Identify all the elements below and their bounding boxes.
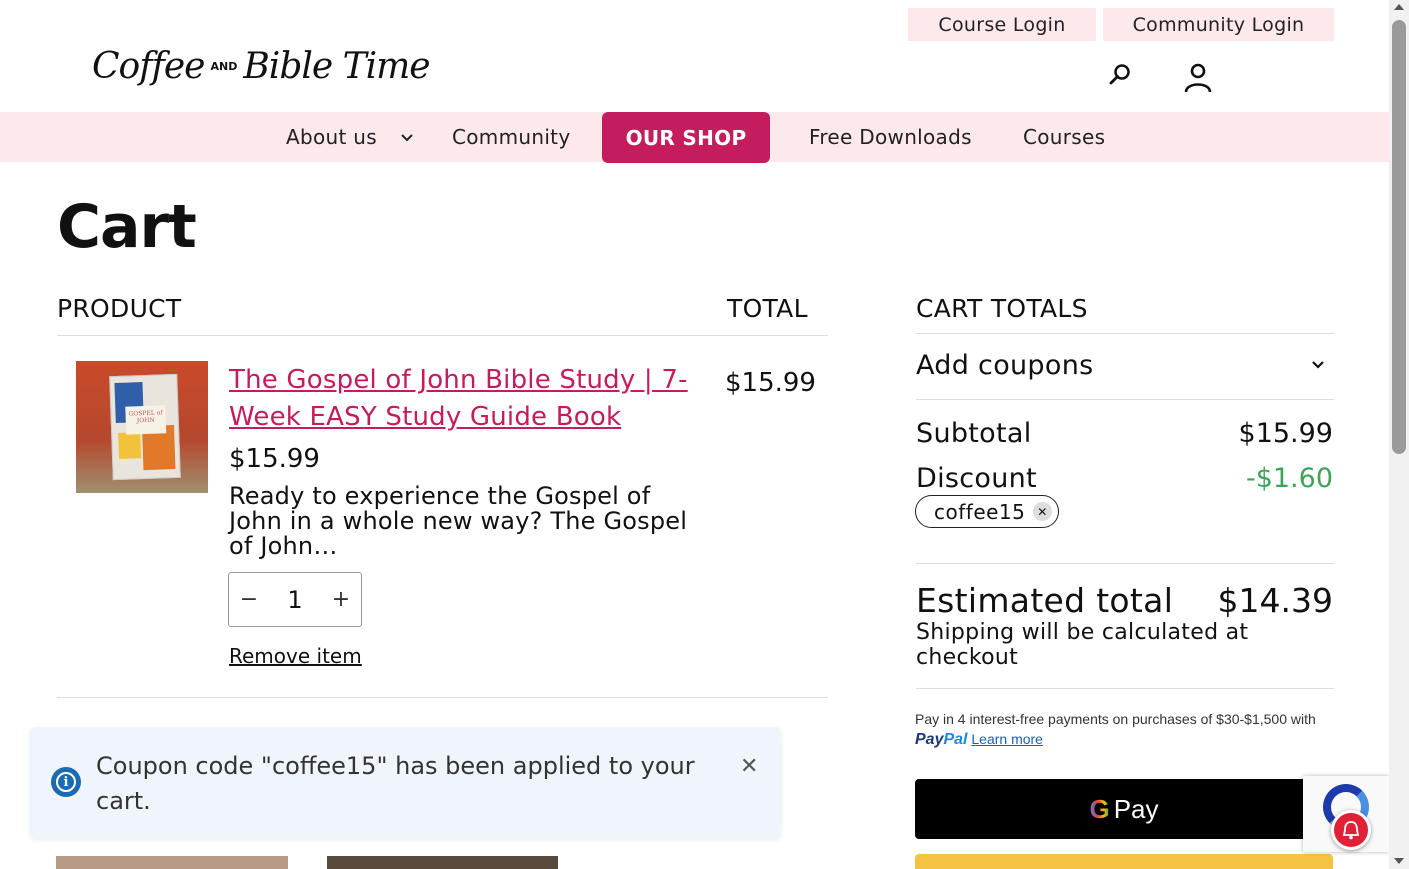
cart-totals-heading: CART TOTALS <box>916 294 1088 323</box>
learn-more-link[interactable]: Learn more <box>971 731 1043 747</box>
divider <box>57 697 828 698</box>
coupon-applied-notice: i Coupon code "coffee15" has been applie… <box>30 727 781 838</box>
account-icon[interactable] <box>1183 62 1213 94</box>
book-cover-label: GOSPEL of JOHN <box>125 405 167 435</box>
add-coupons-toggle[interactable]: Add coupons <box>916 350 1334 381</box>
top-links: Course Login Community Login <box>908 8 1334 41</box>
line-total: $15.99 <box>725 368 816 398</box>
product-description: Ready to experience the Gospel of John i… <box>229 482 688 560</box>
nav-about-us[interactable]: About us <box>286 112 377 162</box>
decrease-quantity-button[interactable]: − <box>229 573 269 626</box>
info-icon: i <box>51 767 81 797</box>
discount-label: Discount <box>916 463 1037 494</box>
divider <box>57 335 828 336</box>
google-pay-button[interactable]: G Pay <box>915 779 1333 839</box>
scroll-up-arrow[interactable] <box>1394 4 1404 10</box>
discount-value: -$1.60 <box>1245 463 1333 494</box>
product-column-header: PRODUCT <box>57 294 182 323</box>
close-icon[interactable]: ✕ <box>740 754 758 779</box>
increase-quantity-button[interactable]: + <box>321 573 361 626</box>
subtotal-value: $15.99 <box>1238 418 1333 449</box>
logo-text-and: AND <box>210 60 238 73</box>
product-price: $15.99 <box>229 444 320 474</box>
product-image[interactable]: GOSPEL of JOHN <box>76 361 208 493</box>
site-logo[interactable]: Coffee AND Bible Time <box>92 46 431 87</box>
coupon-chip: coffee15 ✕ <box>915 495 1059 528</box>
nav-free-downloads[interactable]: Free Downloads <box>809 112 972 162</box>
page-title: Cart <box>57 192 197 262</box>
page-scrollbar[interactable] <box>1389 0 1409 869</box>
remove-coupon-icon[interactable]: ✕ <box>1033 502 1052 521</box>
nav-courses[interactable]: Courses <box>1023 112 1105 162</box>
paypal-button[interactable] <box>915 854 1333 869</box>
notification-bell-icon[interactable] <box>1331 810 1371 850</box>
notice-text: Coupon code "coffee15" has been applied … <box>96 752 695 815</box>
paypal-message-text: Pay in 4 interest-free payments on purch… <box>915 711 1316 727</box>
divider <box>916 563 1334 564</box>
nav-our-shop[interactable]: OUR SHOP <box>602 112 770 163</box>
coupon-code: coffee15 <box>934 499 1026 524</box>
search-icon[interactable] <box>1108 62 1132 86</box>
logo-text-coffee: Coffee <box>92 46 205 87</box>
product-name-link[interactable]: The Gospel of John Bible Study | 7-Week … <box>229 362 689 436</box>
nav-community[interactable]: Community <box>452 112 570 162</box>
community-login-link[interactable]: Community Login <box>1103 8 1334 41</box>
subtotal-label: Subtotal <box>916 418 1032 449</box>
estimated-total-value: $14.39 <box>1217 581 1333 620</box>
remove-item-link[interactable]: Remove item <box>229 644 362 668</box>
divider <box>916 688 1334 689</box>
quantity-input[interactable]: 1 <box>269 586 321 614</box>
estimated-total-label: Estimated total <box>916 581 1174 620</box>
divider <box>916 399 1334 400</box>
logo-text-bible-time: Bible Time <box>243 46 430 87</box>
shipping-note: Shipping will be calculated at checkout <box>916 620 1249 670</box>
book-cover: GOSPEL of JOHN <box>109 373 181 481</box>
related-product-image[interactable] <box>327 856 558 869</box>
chevron-down-icon[interactable] <box>398 128 416 146</box>
google-g-icon: G <box>1089 793 1110 824</box>
total-column-header: TOTAL <box>727 294 808 323</box>
paypal-logo: PayPal <box>915 731 968 748</box>
scroll-down-arrow[interactable] <box>1394 858 1404 864</box>
paypal-pay-later-message: Pay in 4 interest-free payments on purch… <box>915 709 1335 750</box>
bell-icon <box>1342 821 1360 840</box>
main-nav: About us Community OUR SHOP Free Downloa… <box>0 112 1389 163</box>
divider <box>916 333 1334 334</box>
related-product-image[interactable] <box>56 856 288 869</box>
scroll-thumb[interactable] <box>1392 20 1406 454</box>
chevron-down-icon <box>1312 361 1324 369</box>
add-coupons-label: Add coupons <box>916 350 1094 381</box>
course-login-link[interactable]: Course Login <box>908 8 1096 41</box>
quantity-stepper: − 1 + <box>228 572 362 627</box>
google-pay-label: Pay <box>1113 793 1159 824</box>
